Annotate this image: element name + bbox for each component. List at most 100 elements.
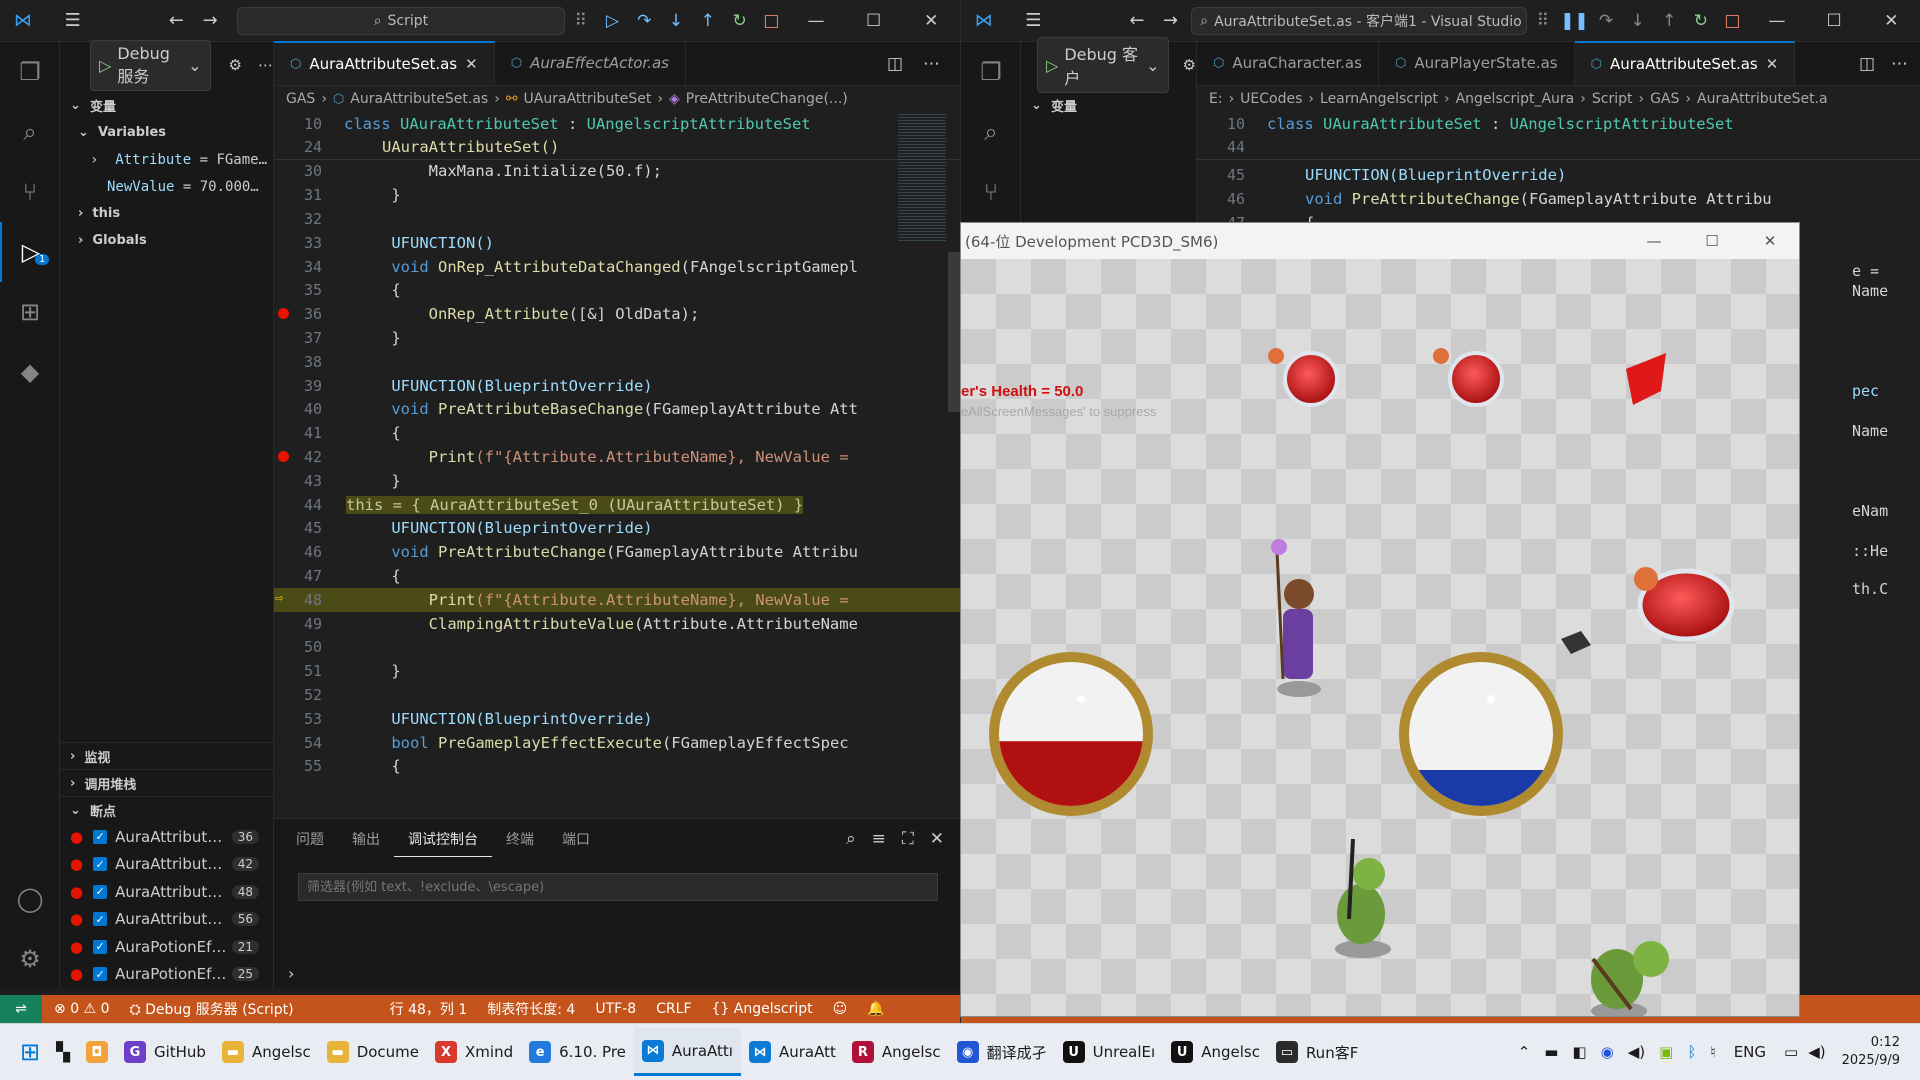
breakpoint-item[interactable]: ● ✓ AuraAttribut… 42 <box>60 851 273 879</box>
code-line[interactable]: 43 } <box>274 469 960 493</box>
tab-terminal[interactable]: 终端 <box>492 821 548 857</box>
code-line[interactable]: 37 } <box>274 326 960 350</box>
code-line[interactable]: 40 void PreAttributeBaseChange (FGameplay… <box>274 398 960 422</box>
forward-arrow-icon[interactable]: → <box>1154 10 1188 31</box>
game-window[interactable]: (64-位 Development PCD3D_SM6) — ☐ ✕ er's … <box>960 222 1800 1017</box>
variables-section-header[interactable]: ⌄ 变量 <box>60 92 273 119</box>
restart-icon[interactable]: ↻ <box>724 11 756 31</box>
breakpoint-checkbox[interactable]: ✓ <box>93 829 108 844</box>
gear-icon[interactable]: ⚙ <box>1183 56 1196 74</box>
volume-icon[interactable]: ◀) <box>1808 1043 1825 1061</box>
minimize-icon[interactable]: — <box>787 11 845 31</box>
code-line[interactable]: 30 MaxMana.Initialize(50.f); <box>274 160 960 184</box>
tab-debug-console[interactable]: 调试控制台 <box>394 821 492 857</box>
console-filter-input[interactable] <box>298 873 938 901</box>
taskbar-app[interactable]: X Xmind <box>427 1028 521 1076</box>
extensions-icon[interactable]: ⊞ <box>0 282 60 342</box>
code-line[interactable]: 38 <box>274 350 960 374</box>
taskbar-app[interactable]: U Angelsc <box>1163 1028 1268 1076</box>
source-control-icon[interactable]: ⑂ <box>0 162 60 222</box>
code-line[interactable]: 32 <box>274 207 960 231</box>
back-arrow-icon[interactable]: ← <box>1120 10 1154 31</box>
split-editor-icon[interactable]: ◫ <box>887 54 903 74</box>
console-prompt-icon[interactable]: › <box>288 964 294 983</box>
close-icon[interactable]: ✕ <box>930 829 944 849</box>
breakpoint-item[interactable]: ● ✓ AuraAttribut… 56 <box>60 906 273 934</box>
nvidia-icon[interactable]: ▣ <box>1659 1043 1673 1061</box>
menu-icon[interactable]: ☰ <box>56 10 90 31</box>
bluetooth-icon[interactable]: ᛒ <box>1687 1043 1696 1061</box>
minimap[interactable] <box>898 112 946 242</box>
maximize-panel-icon[interactable]: ⛶ <box>902 829 914 849</box>
app-pinned[interactable]: ◘ <box>78 1028 116 1076</box>
language-mode[interactable]: {} Angelscript <box>712 1001 813 1017</box>
callstack-section-header[interactable]: › 调用堆栈 <box>60 769 273 796</box>
back-arrow-icon[interactable]: ← <box>160 10 194 31</box>
eol[interactable]: CRLF <box>656 1001 691 1017</box>
breadcrumb-item[interactable]: Script <box>1592 91 1633 107</box>
taskbar-app[interactable]: ▭ Run客F <box>1268 1028 1366 1076</box>
code-line[interactable]: 54 bool PreGameplayEffectExecute (FGamepl… <box>274 731 960 755</box>
tab-auraplayerstate[interactable]: ⬡ AuraPlayerState.as <box>1379 41 1575 85</box>
step-over-icon[interactable]: ↷ <box>628 11 660 31</box>
tray-app-icon[interactable]: ◧ <box>1572 1043 1586 1061</box>
taskbar-app[interactable]: e 6.10. Pre <box>521 1028 634 1076</box>
taskbar-app[interactable]: ▬ Docume <box>319 1028 427 1076</box>
more-icon[interactable]: ⋯ <box>258 56 273 74</box>
error-icon[interactable]: ⊗ 0 ⚠ 0 <box>54 1001 109 1017</box>
copilot-icon[interactable]: ☺ <box>833 1001 848 1017</box>
watch-section-header[interactable]: › 监视 <box>60 742 273 769</box>
breakpoint-item[interactable]: ● ✓ AuraAttribut… 36 <box>60 823 273 851</box>
variables-this[interactable]: › this <box>60 200 273 227</box>
tab-auraattributeset[interactable]: ⬡ AuraAttributeSet.as ✕ <box>274 41 495 85</box>
taskbar-app[interactable]: R Angelsc <box>844 1028 949 1076</box>
code-line[interactable]: 50 <box>274 636 960 660</box>
maximize-icon[interactable]: ☐ <box>1683 232 1741 250</box>
sticky-line[interactable]: 10 class UAuraAttributeSet : UAngelscript… <box>274 112 960 136</box>
network-icon[interactable]: ▭ <box>1784 1043 1798 1061</box>
code-line[interactable]: 47 { <box>274 564 960 588</box>
breakpoint-item[interactable]: ● ✓ AuraAttribut… 48 <box>60 878 273 906</box>
breadcrumb-item[interactable]: LearnAngelscript <box>1320 91 1438 107</box>
menu-icon[interactable]: ☰ <box>1017 10 1051 31</box>
breakpoints-section-header[interactable]: ⌄ 断点 <box>60 796 273 823</box>
taskbar-app[interactable]: ⋈ AuraAtt <box>741 1028 844 1076</box>
microphone-icon[interactable]: ♮ <box>1710 1043 1715 1061</box>
code-line[interactable]: 36 OnRep_Attribute ([&] OldData); <box>274 302 960 326</box>
clock[interactable]: 0:12 2025/9/9 <box>1842 1034 1900 1070</box>
minimize-icon[interactable]: — <box>1748 11 1805 31</box>
code-line[interactable]: 55 { <box>274 755 960 779</box>
input-language[interactable]: ENG <box>1734 1043 1766 1061</box>
account-icon[interactable]: ◯ <box>0 869 60 929</box>
code-line[interactable]: 51 } <box>274 659 960 683</box>
breakpoint-checkbox[interactable]: ✓ <box>93 884 108 899</box>
breakpoint-checkbox[interactable]: ✓ <box>93 939 108 954</box>
command-center[interactable]: ⌕ Script <box>237 6 565 35</box>
code-line[interactable]: 53 UFUNCTION(BlueprintOverride) <box>274 707 960 731</box>
chevron-up-icon[interactable]: ⌃ <box>1518 1043 1531 1061</box>
start-debug-button[interactable]: ▷ Debug 服务 ⌄ <box>90 39 211 91</box>
breadcrumb-item[interactable]: GAS <box>1650 91 1679 107</box>
step-out-icon[interactable]: ↑ <box>692 11 724 31</box>
close-icon[interactable]: ✕ <box>465 55 478 73</box>
run-debug-icon[interactable]: ▷ 1 <box>0 222 60 282</box>
taskbar-app[interactable]: ▬ Angelsc <box>214 1028 319 1076</box>
tab-auraattributeset[interactable]: ⬡ AuraAttributeSet.as ✕ <box>1574 41 1796 85</box>
variable-newvalue[interactable]: NewValue = 70.000… <box>60 173 273 200</box>
code-line[interactable]: 33 UFUNCTION() <box>274 231 960 255</box>
taskbar-app[interactable]: ◉ 翻译成孑 <box>949 1028 1055 1076</box>
tab-ports[interactable]: 端口 <box>548 821 604 857</box>
sticky-line[interactable]: 10 class UAuraAttributeSet : UAngelscript… <box>1197 112 1920 136</box>
tab-auraeffectactor[interactable]: ⬡ AuraEffectActor.as <box>495 41 686 85</box>
stop-icon[interactable]: □ <box>755 11 787 31</box>
maximize-icon[interactable]: ☐ <box>845 11 903 31</box>
code-line[interactable]: 48 Print (f"{Attribute.AttributeName}, Ne… <box>274 587 960 612</box>
close-icon[interactable]: ✕ <box>902 11 960 31</box>
drag-handle-icon[interactable]: ⠿ <box>565 11 597 31</box>
taskbar-app[interactable]: ⋈ AuraAttı <box>633 1028 741 1076</box>
code-line[interactable]: 44 this = { AuraAttributeSet_0 (UAuraAttr… <box>274 493 960 517</box>
breakpoint-item[interactable]: ● ✓ AuraPotionEf… 25 <box>60 961 273 989</box>
breakpoint-checkbox[interactable]: ✓ <box>93 857 108 872</box>
code-line[interactable]: 49 ClampingAttributeValue (Attribute.Attr… <box>274 612 960 636</box>
cursor-position[interactable]: 行 48，列 1 <box>390 999 468 1019</box>
